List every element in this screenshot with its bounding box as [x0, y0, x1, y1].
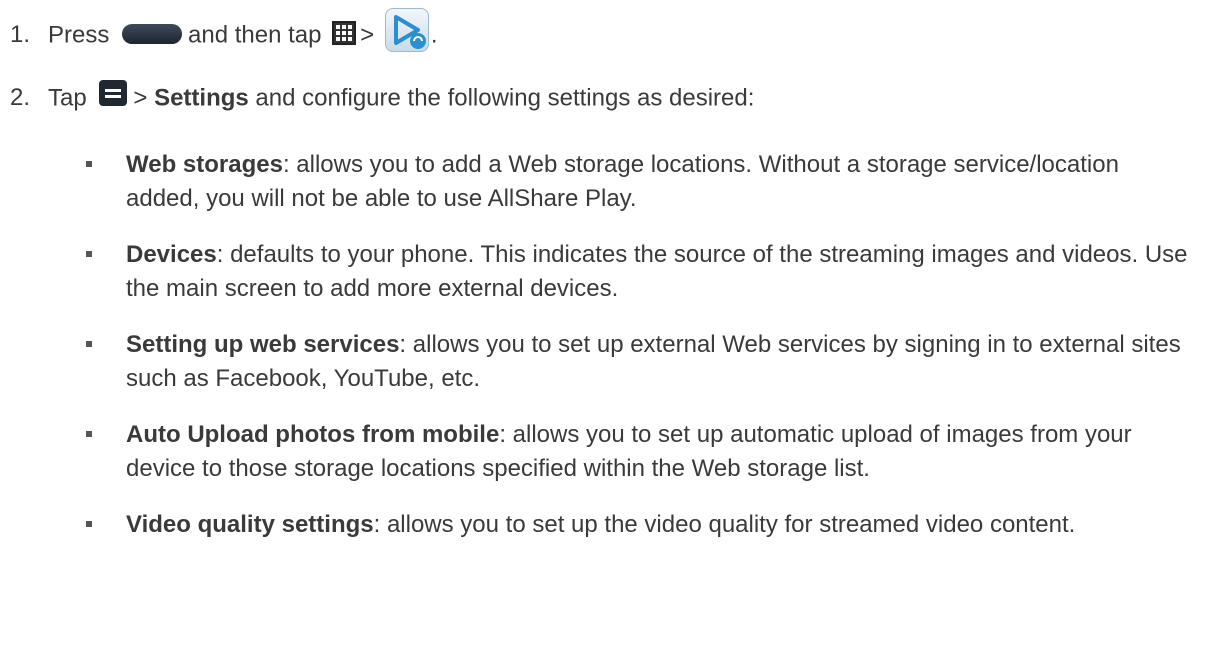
- setting-term: Video quality settings: [126, 511, 374, 538]
- step-text: and configure the following settings as …: [255, 84, 755, 112]
- step-text: .: [430, 21, 438, 49]
- step-number: 1.: [10, 21, 31, 49]
- bullet-marker: [86, 521, 92, 527]
- step-1: 1. Press and then tap > .: [0, 8, 438, 64]
- apps-grid-icon: [332, 21, 357, 45]
- step-text: and then tap: [188, 21, 322, 49]
- setting-term: Web storages: [126, 151, 283, 178]
- list-item: Setting up web services: allows you to s…: [86, 328, 1196, 396]
- step-text: >: [133, 84, 148, 112]
- list-item: Devices: defaults to your phone. This in…: [86, 238, 1196, 306]
- settings-term: Settings: [154, 84, 249, 112]
- list-item: Video quality settings: allows you to se…: [86, 508, 1196, 542]
- bullet-marker: [86, 251, 92, 257]
- step-2: 2. Tap > Settings and configure the follo…: [0, 80, 754, 118]
- step-text: Press: [48, 21, 110, 49]
- setting-term: Auto Upload photos from mobile: [126, 421, 500, 448]
- home-key-icon: [122, 24, 183, 44]
- menu-key-icon: [99, 80, 128, 106]
- step-number: 2.: [10, 84, 31, 112]
- settings-list: Web storages: allows you to add a Web st…: [86, 148, 1196, 564]
- bullet-marker: [86, 161, 92, 167]
- step-text: Tap: [48, 84, 87, 112]
- bullet-marker: [86, 431, 92, 437]
- instruction-page: 1. Press and then tap > . 2. Tap > Setting…: [0, 0, 1214, 662]
- list-item: Web storages: allows you to add a Web st…: [86, 148, 1196, 216]
- setting-description: : defaults to your phone. This indicates…: [126, 241, 1188, 302]
- setting-term: Setting up web services: [126, 331, 400, 358]
- allshare-play-app-icon: [384, 8, 429, 52]
- setting-term: Devices: [126, 241, 217, 268]
- setting-description: : allows you to set up the video quality…: [373, 511, 1076, 538]
- step-text: >: [360, 21, 375, 49]
- list-item: Auto Upload photos from mobile: allows y…: [86, 418, 1196, 486]
- bullet-marker: [86, 341, 92, 347]
